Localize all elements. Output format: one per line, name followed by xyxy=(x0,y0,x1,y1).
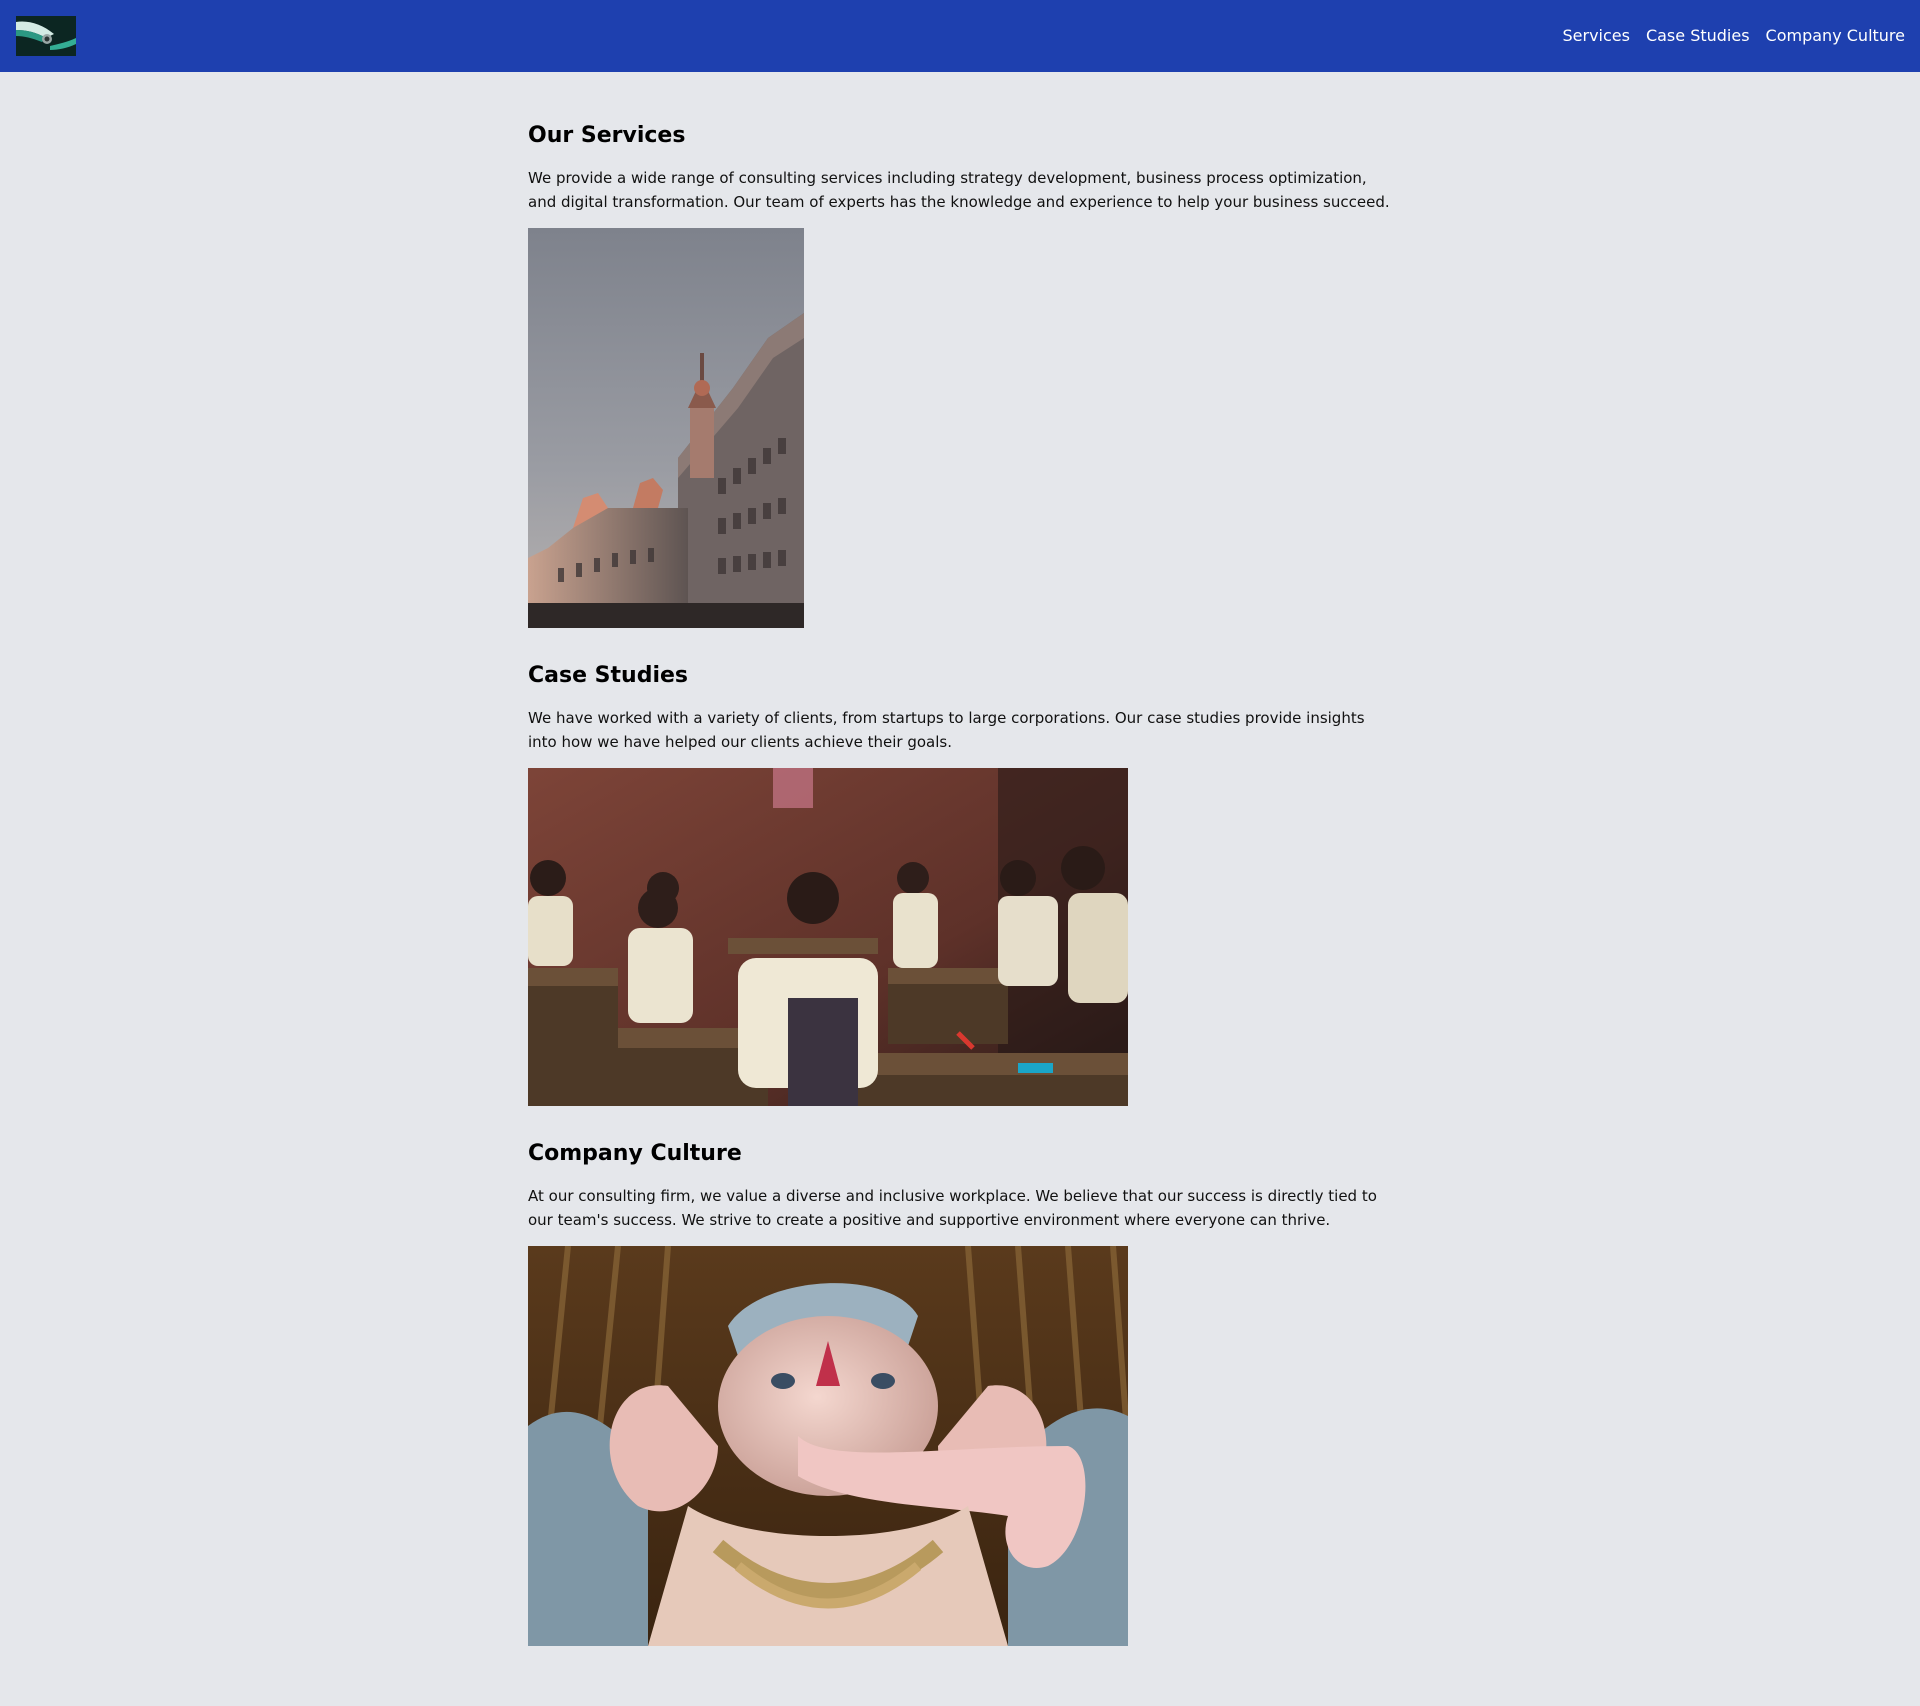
nav-link-case-studies[interactable]: Case Studies xyxy=(1646,26,1750,46)
main-nav: Services Case Studies Company Culture xyxy=(1562,0,1905,72)
company-culture-section: Company Culture At our consulting firm, … xyxy=(528,1140,1398,1646)
case-studies-section: Case Studies We have worked with a varie… xyxy=(528,662,1398,1106)
classroom-photo xyxy=(528,768,1128,1106)
company-culture-description: At our consulting firm, we value a diver… xyxy=(528,1187,1377,1229)
services-section: Our Services We provide a wide range of … xyxy=(528,122,1398,628)
services-description: We provide a wide range of consulting se… xyxy=(528,169,1390,211)
nav-link-company-culture[interactable]: Company Culture xyxy=(1766,26,1905,46)
building-photo xyxy=(528,228,804,628)
logo-graphic xyxy=(16,16,76,56)
elephant-statue-photo xyxy=(528,1246,1128,1646)
logo-image[interactable] xyxy=(16,16,76,56)
nav-link-services[interactable]: Services xyxy=(1562,26,1629,46)
services-heading: Our Services xyxy=(528,123,686,148)
company-culture-image xyxy=(528,1246,1128,1646)
services-image xyxy=(528,228,804,628)
main-content: Our Services We provide a wide range of … xyxy=(528,72,1398,1646)
site-header: Services Case Studies Company Culture xyxy=(0,0,1920,72)
case-studies-heading: Case Studies xyxy=(528,663,688,688)
case-studies-image xyxy=(528,768,1128,1106)
company-culture-heading: Company Culture xyxy=(528,1141,742,1166)
case-studies-description: We have worked with a variety of clients… xyxy=(528,709,1365,751)
